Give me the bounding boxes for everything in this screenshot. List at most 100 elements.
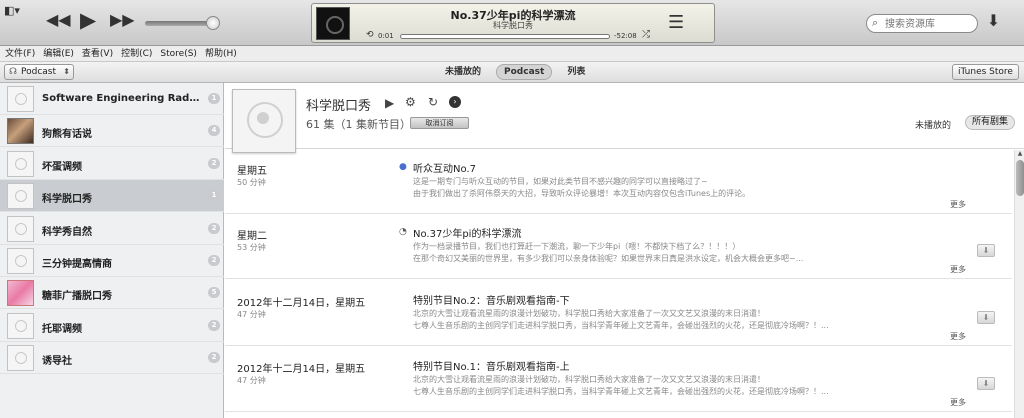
menu-store[interactable]: Store(S) <box>155 46 200 61</box>
episode-description: 这是一期专门与听众互动的节目，如果对此类节目不感兴趣的同学可以直接略过了~ <box>413 177 708 186</box>
podcast-artwork <box>232 89 296 153</box>
podcast-detail: 科学脱口秀 ▶ ⚙ ↻ › 61 集（1 集新节目） 取消订阅 未播放的 所有剧… <box>225 83 1024 418</box>
episode-list-scrollbar[interactable]: ▲ <box>1014 150 1024 418</box>
unplayed-count-badge: 2 <box>208 352 220 363</box>
episode-count: 61 集（1 集新节目） <box>306 118 411 131</box>
unsubscribe-button[interactable]: 取消订阅 <box>410 117 469 129</box>
downloads-icon[interactable]: ⬇ <box>985 13 1002 33</box>
menu-controls[interactable]: 控制(C) <box>116 46 155 61</box>
sidebar-item-label: 托耶调频 <box>42 324 82 335</box>
podcast-thumbnail <box>7 248 34 274</box>
episode-title: 特别节目No.1：音乐剧观看指南-上 <box>413 362 570 373</box>
sidebar-item-label: 糖菲广播脱口秀 <box>42 291 112 302</box>
refresh-icon[interactable]: ↻ <box>428 95 438 109</box>
more-link[interactable]: 更多 <box>950 264 966 275</box>
sidebar-item-gouxiong[interactable]: 狗熊有话说 4 <box>0 115 224 147</box>
play-icon[interactable]: ▶ <box>80 10 96 31</box>
unplayed-count-badge: 4 <box>208 125 220 136</box>
sidebar-item-label: 科学秀自然 <box>42 227 92 238</box>
scrollbar-thumb[interactable] <box>1016 160 1024 196</box>
podcast-thumbnail <box>7 280 34 306</box>
media-source-select[interactable]: ☊ Podcast ⬍ <box>4 64 74 80</box>
search-box[interactable]: ⌕ <box>866 14 978 33</box>
podcast-thumbnail <box>7 313 34 339</box>
menu-edit[interactable]: 编辑(E) <box>38 46 77 61</box>
up-next-list-icon[interactable]: ☰ <box>668 14 684 32</box>
sidebar-item-tuoye[interactable]: 托耶调频 2 <box>0 310 224 342</box>
more-link[interactable]: 更多 <box>950 397 966 408</box>
view-tabs: 未播放的 Podcast 列表 <box>440 64 600 80</box>
menu-help[interactable]: 帮助(H) <box>200 46 240 61</box>
nav-bar: ☊ Podcast ⬍ 未播放的 Podcast 列表 iTunes Store <box>0 62 1024 83</box>
itunes-store-button[interactable]: iTunes Store <box>952 64 1019 80</box>
more-link[interactable]: 更多 <box>950 331 966 342</box>
download-episode-icon[interactable]: ⬇ <box>977 311 995 324</box>
repeat-icon[interactable]: ⟲ <box>366 30 374 40</box>
download-episode-icon[interactable]: ⬇ <box>977 244 995 257</box>
episode-duration: 53 分钟 <box>237 243 266 252</box>
shuffle-icon[interactable]: ⤮ <box>642 29 650 40</box>
podcast-thumbnail <box>7 151 34 177</box>
remaining-time: -52:08 <box>614 32 637 40</box>
sidebar-item-label: 坏蛋调频 <box>42 162 82 173</box>
episode-description: 在那个奇幻又美丽的世界里，有多少我们可以亲身体验呢？如果世界末日真是洪水设定，机… <box>413 254 804 263</box>
sidebar-item-huaidan[interactable]: 坏蛋调频 2 <box>0 148 224 180</box>
episode-row[interactable]: 2012年十二月14日，星期五 47 分钟 特别节目No.1：音乐剧观看指南-上… <box>225 348 1012 412</box>
menu-file[interactable]: 文件(F) <box>0 46 38 61</box>
menu-view[interactable]: 查看(V) <box>77 46 116 61</box>
elapsed-time: 0:01 <box>378 32 394 40</box>
sidebar-item-kexue-tuokouxiu[interactable]: 科学脱口秀 1 <box>0 180 224 212</box>
episode-duration: 47 分钟 <box>237 310 266 319</box>
play-icon[interactable]: ▶ <box>385 96 394 110</box>
now-playing-display: No.37少年pi的科学漂流 科学脱口秀 ⟲ 0:01 -52:08 ⤮ ☰ <box>311 3 715 43</box>
episode-date: 星期五 <box>237 166 267 177</box>
tab-unplayed[interactable]: 未播放的 <box>440 64 486 80</box>
podcast-header: 科学脱口秀 ▶ ⚙ ↻ › 61 集（1 集新节目） 取消订阅 未播放的 所有剧… <box>225 83 1024 153</box>
podcast-thumbnail <box>7 86 34 112</box>
episode-duration: 50 分钟 <box>237 178 266 187</box>
podcast-thumbnail <box>7 345 34 371</box>
episode-description: 北京的大雪让观看流星雨的浪漫计划破功，科学脱口秀给大家准备了一次又文艺又浪漫的末… <box>413 309 765 318</box>
player-bar: ◧▾ ◀◀ ▶ ▶▶ No.37少年pi的科学漂流 科学脱口秀 ⟲ 0:01 -… <box>0 0 1024 46</box>
episode-description: 由于我们做出了杀阿伟祭天的大招，导致听众评论暴增！本次互动内容仅包含iTunes… <box>413 189 751 198</box>
episode-title: 特别节目No.2：音乐剧观看指南-下 <box>413 296 570 307</box>
sidebar-item-label: 狗熊有话说 <box>42 129 92 140</box>
previous-track-icon[interactable]: ◀◀ <box>46 12 71 28</box>
sidebar-item-kexuexiu-ziran[interactable]: 科学秀自然 2 <box>0 213 224 245</box>
episode-date: 星期二 <box>237 231 267 242</box>
sidebar-item-label: 科学脱口秀 <box>42 194 92 205</box>
tab-podcast[interactable]: Podcast <box>496 64 553 80</box>
sidebar-item-software-engineering-radio[interactable]: Software Engineering Radio - th... 1 <box>0 83 224 115</box>
podcast-title: 科学脱口秀 <box>306 99 372 114</box>
filter-unplayed[interactable]: 未播放的 <box>915 118 951 131</box>
scroll-up-icon[interactable]: ▲ <box>1016 150 1024 157</box>
podcast-list: Software Engineering Radio - th... 1 狗熊有… <box>0 83 224 418</box>
search-icon: ⌕ <box>872 16 879 29</box>
tab-list[interactable]: 列表 <box>562 64 590 80</box>
episode-description: 七尊人生音乐剧的主创同学们走进科学脱口秀，当科学青年碰上文艺青年，会碰出强烈的火… <box>413 387 829 396</box>
more-options-icon[interactable]: › <box>449 96 461 108</box>
gear-icon[interactable]: ⚙ <box>405 95 416 109</box>
podcast-thumbnail <box>7 183 34 209</box>
volume-knob[interactable] <box>206 16 220 30</box>
podcast-icon: ☊ <box>9 67 17 77</box>
next-track-icon[interactable]: ▶▶ <box>110 12 135 28</box>
playback-progress-bar[interactable] <box>400 34 610 39</box>
unplayed-count-badge: 2 <box>208 320 220 331</box>
sidebar-item-youdaoshe[interactable]: 诱导社 2 <box>0 342 224 374</box>
unplayed-count-badge: 1 <box>208 190 220 201</box>
sidebar-item-label: 三分钟提高情商 <box>42 259 112 270</box>
window-menu-icon[interactable]: ◧▾ <box>4 4 20 17</box>
filter-all-episodes[interactable]: 所有剧集 <box>965 115 1016 130</box>
episode-description: 作为一档录播节目，我们也打算赶一下潮流，聊一下少年pi（喂！不都快下档了么？！！… <box>413 242 741 251</box>
episode-row[interactable]: 星期五 50 分钟 ● 听众互动No.7 这是一期专门与听众互动的节目，如果对此… <box>225 150 1012 214</box>
episode-row[interactable]: 星期二 53 分钟 ◔ No.37少年pi的科学漂流 作为一档录播节目，我们也打… <box>225 215 1012 279</box>
download-episode-icon[interactable]: ⬇ <box>977 377 995 390</box>
episode-date: 2012年十二月14日，星期五 <box>237 364 366 375</box>
volume-slider[interactable] <box>145 21 215 26</box>
episode-row[interactable]: 2012年十二月14日，星期五 47 分钟 特别节目No.2：音乐剧观看指南-下… <box>225 282 1012 346</box>
sidebar-item-sanfenzhong[interactable]: 三分钟提高情商 2 <box>0 245 224 277</box>
search-input[interactable] <box>885 17 973 31</box>
sidebar-item-tangfei[interactable]: 糖菲广播脱口秀 5 <box>0 277 224 309</box>
more-link[interactable]: 更多 <box>950 199 966 210</box>
